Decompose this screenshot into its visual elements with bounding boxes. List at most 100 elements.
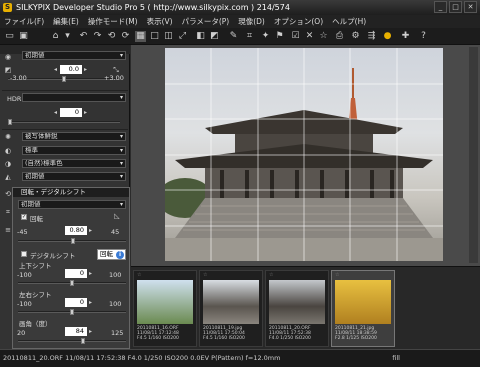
exposure-value[interactable]: 0.0: [60, 65, 82, 74]
status-text: 20110811_20.ORF 11/08/11 17:52:38 F4.0 1…: [3, 354, 281, 362]
menu-file[interactable]: ファイル(F): [4, 16, 44, 27]
angle-spin[interactable]: ▸: [87, 327, 94, 336]
thumbnail[interactable]: ☆ 20110811_20.ORF 11/08/11 17:52:38 F4.0…: [265, 270, 329, 347]
increment-button[interactable]: ▸: [82, 65, 89, 74]
hdr-decrement[interactable]: ◂: [52, 108, 59, 117]
eyedropper-icon[interactable]: ⌗: [244, 31, 255, 42]
exposure-min: -3.00: [10, 74, 27, 82]
brush-icon[interactable]: ✎: [228, 31, 239, 42]
thumbnail[interactable]: ☆ 20110811_19.jpg 11/08/11 17:50:04 F4.5…: [199, 270, 263, 347]
undo-icon[interactable]: ↶: [78, 31, 89, 42]
maximize-button[interactable]: □: [449, 1, 462, 13]
auto-icon[interactable]: ⤡: [112, 66, 120, 74]
thumbnail-caption: 20110811_19.jpg 11/08/11 17:50:04 F4.5 1…: [203, 326, 245, 341]
thumbnail-image: [203, 280, 259, 324]
thumbnail-selected[interactable]: ☆ 20110811_21.jpg 11/08/11 18:38:59 F2.8…: [331, 270, 395, 347]
vertical-shift-min: -100: [17, 271, 32, 279]
thumbnail[interactable]: ☆ 20110811_16.ORF 11/08/11 17:12:48 F4.5…: [133, 270, 197, 347]
menu-options[interactable]: オプション(O): [274, 16, 323, 27]
color-dropdown[interactable]: (自然)標準色: [22, 159, 126, 168]
vertical-shift-value[interactable]: 0: [65, 269, 87, 278]
horizontal-shift-thumb[interactable]: [70, 309, 74, 315]
tone-dropdown[interactable]: 標準: [22, 146, 126, 155]
single-view-icon[interactable]: □: [149, 31, 160, 42]
crop-icon: ⌗: [6, 208, 10, 216]
plugin-icon[interactable]: ✚: [400, 31, 411, 42]
app-icon: S: [3, 3, 12, 12]
vertical-shift-spin[interactable]: ▸: [87, 269, 94, 278]
menu-edit[interactable]: 編集(E): [53, 16, 79, 27]
lens-dropdown[interactable]: 初期値: [22, 172, 126, 181]
viewer-scrollbar[interactable]: [469, 47, 478, 263]
rating-icon[interactable]: ☆: [137, 272, 141, 278]
settings-icon[interactable]: ⚙: [350, 31, 361, 42]
save-icon[interactable]: ▾: [62, 31, 73, 42]
gradient-icon[interactable]: ◧: [195, 31, 206, 42]
pin-icon[interactable]: ✦: [260, 31, 271, 42]
menu-parameter[interactable]: パラメータ(P): [182, 16, 230, 27]
vertical-shift-thumb[interactable]: [70, 280, 74, 286]
check-icon[interactable]: ☑: [290, 31, 301, 42]
angle-slider-thumb[interactable]: [81, 338, 86, 344]
angle-label: 画角（度）: [19, 320, 52, 328]
open-icon[interactable]: ⌂: [50, 31, 61, 42]
hdr-slider-thumb[interactable]: [8, 119, 12, 125]
decrement-button[interactable]: ◂: [52, 65, 59, 74]
grid-view-icon[interactable]: ▦: [135, 31, 146, 42]
flag-icon[interactable]: ⚑: [274, 31, 285, 42]
level-icon[interactable]: ◺: [113, 212, 121, 220]
thumbnail-strip: ☆ 20110811_16.ORF 11/08/11 17:12:48 F4.5…: [131, 266, 480, 349]
hdr-slider-track[interactable]: [8, 121, 120, 123]
develop-icon[interactable]: ●: [382, 31, 393, 42]
exposure-slider-thumb[interactable]: [62, 76, 66, 82]
rotate-slider-thumb[interactable]: [70, 238, 75, 244]
redo-icon[interactable]: ↷: [92, 31, 103, 42]
angle-slider-track[interactable]: [18, 340, 126, 342]
batch-icon[interactable]: ⇶: [366, 31, 377, 42]
close-button[interactable]: ✕: [464, 1, 477, 13]
horizontal-shift-spin[interactable]: ▸: [87, 298, 94, 307]
tone-icon: ◐: [4, 147, 12, 155]
rating-icon[interactable]: ☆: [335, 272, 339, 278]
horizontal-shift-value[interactable]: 0: [65, 298, 87, 307]
print-icon[interactable]: ⎙: [334, 31, 345, 42]
menu-develop[interactable]: 現像(D): [238, 16, 265, 27]
hdr-value[interactable]: 0: [60, 108, 82, 117]
menu-view[interactable]: 表示(V): [147, 16, 173, 27]
shift-checkbox[interactable]: [21, 251, 27, 257]
menu-mode[interactable]: 操作モード(M): [88, 16, 138, 27]
thumbnail-image: [335, 280, 391, 324]
rotate-shift-header: 回転・デジタルシフト: [13, 188, 129, 197]
compare-view-icon[interactable]: ◫: [163, 31, 174, 42]
rotate-checkbox[interactable]: ✓: [21, 214, 27, 220]
delete-icon[interactable]: ✕: [304, 31, 315, 42]
image-viewer[interactable]: [131, 45, 480, 266]
window-title: SILKYPIX Developer Studio Pro 5 ( http:/…: [16, 3, 290, 12]
hdr-dropdown[interactable]: [22, 93, 126, 102]
angle-value[interactable]: 84: [65, 327, 87, 336]
adjust-icon[interactable]: ◩: [209, 31, 220, 42]
thumbnail-caption: 20110811_20.ORF 11/08/11 17:52:38 F4.0 1…: [269, 326, 311, 341]
help-icon[interactable]: ?: [418, 31, 429, 42]
title-bar: S SILKYPIX Developer Studio Pro 5 ( http…: [0, 0, 480, 15]
fullscreen-icon[interactable]: ⤢: [177, 31, 188, 42]
star-icon[interactable]: ☆: [318, 31, 329, 42]
hdr-increment[interactable]: ▸: [82, 108, 89, 117]
rating-icon[interactable]: ☆: [203, 272, 207, 278]
horizontal-shift-max: 100: [109, 300, 122, 308]
image-icon[interactable]: ▣: [18, 31, 29, 42]
preset-dropdown-1[interactable]: 初期値: [22, 51, 126, 60]
rotate-spin[interactable]: ▸: [87, 226, 94, 235]
rotate-left-icon[interactable]: ⟲: [106, 31, 117, 42]
folder-icon[interactable]: ▭: [4, 31, 15, 42]
zoom-mode[interactable]: fill: [392, 350, 400, 367]
rotate-preset-dropdown[interactable]: 初期値: [18, 200, 126, 209]
sharpness-dropdown[interactable]: 被写体鮮鋭: [22, 132, 126, 141]
rotate-value[interactable]: 0.80: [65, 226, 87, 235]
shift-label: デジタルシフト: [30, 252, 76, 260]
rotate-right-icon[interactable]: ⟳: [120, 31, 131, 42]
minimize-button[interactable]: _: [434, 1, 447, 13]
preview-image[interactable]: [165, 48, 443, 261]
rating-icon[interactable]: ☆: [269, 272, 273, 278]
menu-help[interactable]: ヘルプ(H): [332, 16, 366, 27]
